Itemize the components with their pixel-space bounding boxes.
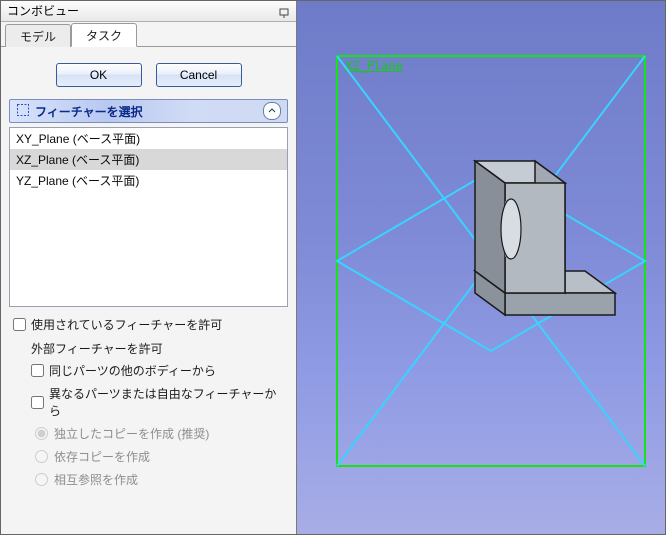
label-radio-crossref: 相互参照を作成	[54, 471, 138, 488]
option-allow-used-features[interactable]: 使用されているフィーチャーを許可	[9, 313, 288, 336]
label-radio-dependent: 依存コピーを作成	[54, 448, 150, 465]
section-title: フィーチャーを選択	[35, 103, 143, 120]
app-root: コンボビュー モデル タスク OK Cancel フィーチャーを選択	[0, 0, 666, 535]
label-diff-part: 異なるパーツまたは自由なフィーチャーから	[49, 385, 284, 419]
combo-view-tabs: モデル タスク	[1, 22, 296, 47]
feature-item-yz[interactable]: YZ_Plane (ベース平面)	[10, 170, 287, 191]
tab-task[interactable]: タスク	[71, 23, 137, 47]
option-same-part-other-body[interactable]: 同じパーツの他のボディーから	[9, 359, 288, 382]
option-different-part-or-free[interactable]: 異なるパーツまたは自由なフィーチャーから	[9, 382, 288, 422]
radio-dependent	[35, 450, 48, 463]
checkbox-same-part[interactable]	[31, 364, 44, 377]
option-radio-dependent: 依存コピーを作成	[9, 445, 288, 468]
collapse-section-icon[interactable]	[263, 102, 281, 120]
checkbox-allow-used-features[interactable]	[13, 318, 26, 331]
part-body[interactable]	[475, 161, 615, 315]
task-body: フィーチャーを選択 XY_Plane (ベース平面) XZ_Plane (ベース…	[1, 99, 296, 534]
dialog-button-row: OK Cancel	[1, 47, 296, 99]
label-radio-independent: 独立したコピーを作成 (推奨)	[54, 425, 209, 442]
viewport-3d[interactable]: XZ_Plane	[297, 1, 665, 534]
option-radio-independent: 独立したコピーを作成 (推奨)	[9, 422, 288, 445]
label-same-part: 同じパーツの他のボディーから	[49, 362, 216, 379]
combo-view-panel: コンボビュー モデル タスク OK Cancel フィーチャーを選択	[1, 1, 297, 534]
dock-pin-icon[interactable]	[278, 5, 290, 17]
cancel-button[interactable]: Cancel	[156, 63, 242, 87]
panel-title-text: コンボビュー	[7, 1, 79, 21]
section-header-select-feature: フィーチャーを選択	[9, 99, 288, 123]
ok-button[interactable]: OK	[56, 63, 142, 87]
panel-titlebar: コンボビュー	[1, 1, 296, 22]
viewport-canvas	[297, 1, 665, 534]
feature-item-xy[interactable]: XY_Plane (ベース平面)	[10, 128, 287, 149]
radio-crossref	[35, 473, 48, 486]
label-allow-used-features: 使用されているフィーチャーを許可	[31, 316, 222, 333]
select-feature-icon	[16, 103, 30, 120]
feature-list[interactable]: XY_Plane (ベース平面) XZ_Plane (ベース平面) YZ_Pla…	[9, 127, 288, 307]
option-radio-crossref: 相互参照を作成	[9, 468, 288, 491]
checkbox-diff-part[interactable]	[31, 396, 44, 409]
feature-item-xz[interactable]: XZ_Plane (ベース平面)	[10, 149, 287, 170]
subhead-allow-external: 外部フィーチャーを許可	[9, 336, 288, 359]
tab-model[interactable]: モデル	[5, 24, 71, 47]
radio-independent	[35, 427, 48, 440]
